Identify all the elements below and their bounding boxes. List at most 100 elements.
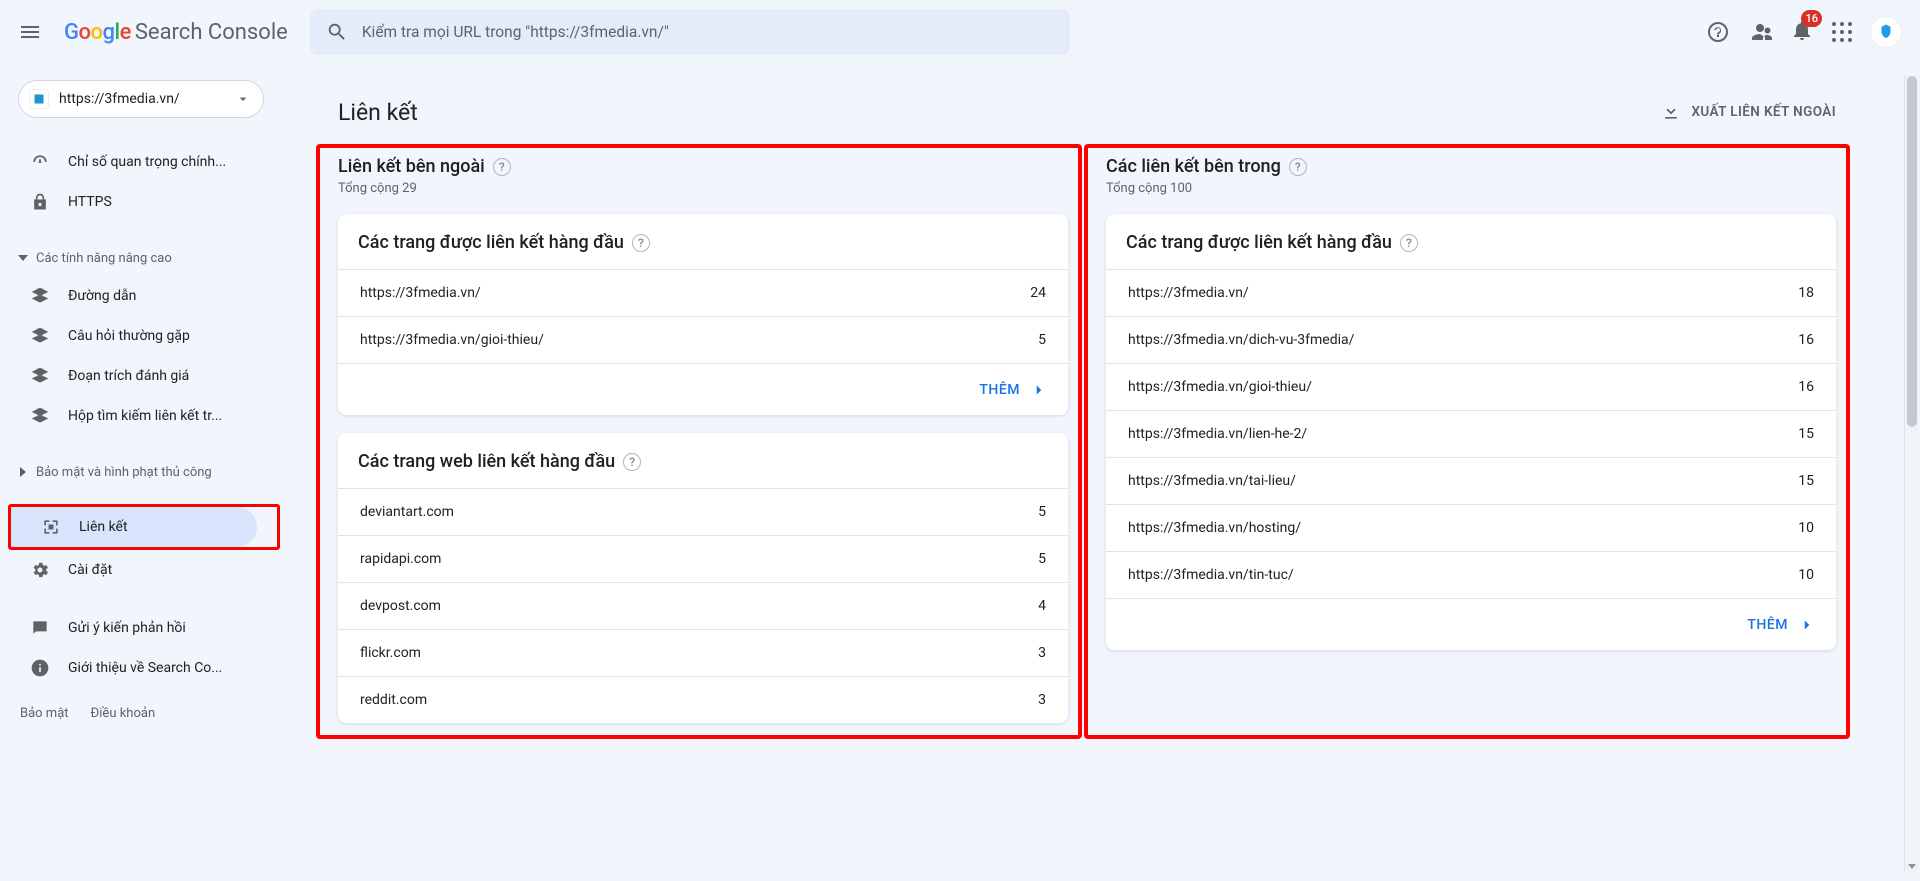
sidebar-item-https[interactable]: HTTPS bbox=[0, 182, 280, 222]
row-url: https://3fmedia.vn/tai-lieu/ bbox=[1128, 473, 1296, 489]
sidebar-item-links[interactable]: Liên kết bbox=[11, 507, 257, 547]
download-icon bbox=[1661, 102, 1681, 122]
table-row[interactable]: deviantart.com 5 bbox=[338, 488, 1068, 535]
table-row[interactable]: devpost.com4 bbox=[338, 582, 1068, 629]
card-title: Các trang web liên kết hàng đầu bbox=[358, 451, 615, 472]
help-icon[interactable]: ? bbox=[493, 158, 511, 176]
internal-links-panel: Các liên kết bên trong ? Tổng cộng 100 C… bbox=[1106, 156, 1836, 723]
footer-terms[interactable]: Điều khoản bbox=[91, 706, 156, 721]
row-url: https://3fmedia.vn/hosting/ bbox=[1128, 520, 1301, 536]
help-icon[interactable]: ? bbox=[1289, 158, 1307, 176]
help-icon[interactable] bbox=[1706, 20, 1730, 44]
sidebar-item-core-web-vitals[interactable]: Chỉ số quan trọng chính... bbox=[0, 142, 280, 182]
property-selector[interactable]: https://3fmedia.vn/ bbox=[18, 80, 264, 118]
internal-top-pages-card: Các trang được liên kết hàng đầu ? https… bbox=[1106, 214, 1836, 650]
row-count: 18 bbox=[1798, 285, 1814, 301]
google-logo: Google bbox=[64, 20, 131, 45]
table-row[interactable]: https://3fmedia.vn/dich-vu-3fmedia/16 bbox=[1106, 316, 1836, 363]
sidebar-item-faq[interactable]: Câu hỏi thường gặp bbox=[0, 316, 280, 356]
table-rows: https://3fmedia.vn/24https://3fmedia.vn/… bbox=[338, 269, 1068, 363]
links-icon bbox=[41, 517, 61, 537]
footer-privacy[interactable]: Bảo mật bbox=[20, 706, 69, 721]
product-name: Search Console bbox=[135, 20, 288, 45]
table-rows: https://3fmedia.vn/18https://3fmedia.vn/… bbox=[1106, 269, 1836, 598]
more-button[interactable]: THÊM bbox=[1106, 598, 1836, 650]
table-row[interactable]: reddit.com3 bbox=[338, 676, 1068, 723]
sidebar: https://3fmedia.vn/ Chỉ số quan trọng ch… bbox=[0, 64, 280, 881]
main: Liên kết XUẤT LIÊN KẾT NGOÀI Liên kết bê… bbox=[280, 64, 1920, 881]
row-url: https://3fmedia.vn/gioi-thieu/ bbox=[360, 332, 544, 348]
avatar[interactable] bbox=[1870, 16, 1902, 48]
stack-icon bbox=[30, 366, 50, 386]
row-count: 24 bbox=[1030, 285, 1046, 301]
row-url: https://3fmedia.vn/gioi-thieu/ bbox=[1128, 379, 1312, 395]
internal-panel-title: Các liên kết bên trong bbox=[1106, 156, 1281, 177]
sidebar-item-sitelinks-search[interactable]: Hộp tìm kiếm liên kết tr... bbox=[0, 396, 280, 436]
chevron-right-icon bbox=[1798, 616, 1816, 634]
info-icon bbox=[30, 658, 50, 678]
row-count: 16 bbox=[1798, 332, 1814, 348]
url-search[interactable]: Kiểm tra mọi URL trong "https://3fmedia.… bbox=[310, 9, 1070, 55]
row-count: 5 bbox=[1038, 504, 1046, 520]
logo[interactable]: Google Search Console bbox=[64, 20, 288, 45]
apps-icon[interactable] bbox=[1832, 22, 1852, 42]
table-row[interactable]: flickr.com 3 bbox=[338, 629, 1068, 676]
table-row[interactable]: rapidapi.com 5 bbox=[338, 535, 1068, 582]
sidebar-item-feedback[interactable]: Gửi ý kiến phản hồi bbox=[0, 608, 280, 648]
external-links-panel: Liên kết bên ngoài ? Tổng cộng 29 Các tr… bbox=[338, 156, 1068, 723]
row-count: 16 bbox=[1798, 379, 1814, 395]
search-placeholder: Kiểm tra mọi URL trong "https://3fmedia.… bbox=[362, 23, 669, 41]
row-count: 10 bbox=[1798, 567, 1814, 583]
notification-badge: 16 bbox=[1801, 10, 1822, 27]
row-count: 5 bbox=[1038, 551, 1046, 567]
sidebar-group-security[interactable]: Bảo mật và hình phạt thủ công bbox=[0, 454, 280, 490]
triangle-right-icon bbox=[18, 467, 28, 477]
row-count: 10 bbox=[1798, 520, 1814, 536]
table-row[interactable]: https://3fmedia.vn/tai-lieu/15 bbox=[1106, 457, 1836, 504]
table-row[interactable]: https://3fmedia.vn/hosting/10 bbox=[1106, 504, 1836, 551]
external-top-sites-card: Các trang web liên kết hàng đầu ? devian… bbox=[338, 433, 1068, 723]
search-icon bbox=[326, 21, 348, 43]
sidebar-item-about[interactable]: Giới thiệu về Search Co... bbox=[0, 648, 280, 688]
table-row[interactable]: https://3fmedia.vn/tin-tuc/10 bbox=[1106, 551, 1836, 598]
help-icon[interactable]: ? bbox=[632, 234, 650, 252]
topbar: Google Search Console Kiểm tra mọi URL t… bbox=[0, 0, 1920, 64]
menu-icon[interactable] bbox=[18, 20, 42, 44]
external-total: Tổng cộng 29 bbox=[338, 181, 1068, 196]
export-external-links-button[interactable]: XUẤT LIÊN KẾT NGOÀI bbox=[1661, 102, 1836, 122]
scrollbar-thumb[interactable] bbox=[1907, 76, 1917, 427]
row-url: https://3fmedia.vn/lien-he-2/ bbox=[1128, 426, 1307, 442]
row-url: flickr.com bbox=[360, 645, 421, 661]
table-row[interactable]: https://3fmedia.vn/24 bbox=[338, 269, 1068, 316]
triangle-down-icon bbox=[18, 253, 28, 263]
notifications[interactable]: 16 bbox=[1790, 18, 1814, 46]
row-count: 4 bbox=[1038, 598, 1046, 614]
property-favicon bbox=[29, 89, 49, 109]
row-count: 3 bbox=[1038, 645, 1046, 661]
gauge-icon bbox=[30, 152, 50, 172]
lock-icon bbox=[30, 192, 50, 212]
help-icon[interactable]: ? bbox=[623, 453, 641, 471]
row-url: deviantart.com bbox=[360, 504, 454, 520]
table-row[interactable]: https://3fmedia.vn/18 bbox=[1106, 269, 1836, 316]
sidebar-footer: Bảo mật Điều khoản bbox=[0, 688, 280, 721]
sidebar-item-settings[interactable]: Cài đặt bbox=[0, 550, 280, 590]
sidebar-group-advanced[interactable]: Các tính năng nâng cao bbox=[0, 240, 280, 276]
external-panel-title: Liên kết bên ngoài bbox=[338, 156, 485, 177]
sidebar-item-breadcrumbs[interactable]: Đường dẫn bbox=[0, 276, 280, 316]
scrollbar[interactable] bbox=[1904, 76, 1918, 873]
row-url: rapidapi.com bbox=[360, 551, 441, 567]
row-url: https://3fmedia.vn/ bbox=[360, 285, 481, 301]
stack-icon bbox=[30, 406, 50, 426]
stack-icon bbox=[30, 286, 50, 306]
row-count: 5 bbox=[1038, 332, 1046, 348]
table-row[interactable]: https://3fmedia.vn/lien-he-2/15 bbox=[1106, 410, 1836, 457]
more-button[interactable]: THÊM bbox=[338, 363, 1068, 415]
table-row[interactable]: https://3fmedia.vn/gioi-thieu/16 bbox=[1106, 363, 1836, 410]
people-icon[interactable] bbox=[1748, 20, 1772, 44]
help-icon[interactable]: ? bbox=[1400, 234, 1418, 252]
external-top-pages-card: Các trang được liên kết hàng đầu ? https… bbox=[338, 214, 1068, 415]
row-url: https://3fmedia.vn/ bbox=[1128, 285, 1249, 301]
table-row[interactable]: https://3fmedia.vn/gioi-thieu/5 bbox=[338, 316, 1068, 363]
sidebar-item-review-snippet[interactable]: Đoạn trích đánh giá bbox=[0, 356, 280, 396]
